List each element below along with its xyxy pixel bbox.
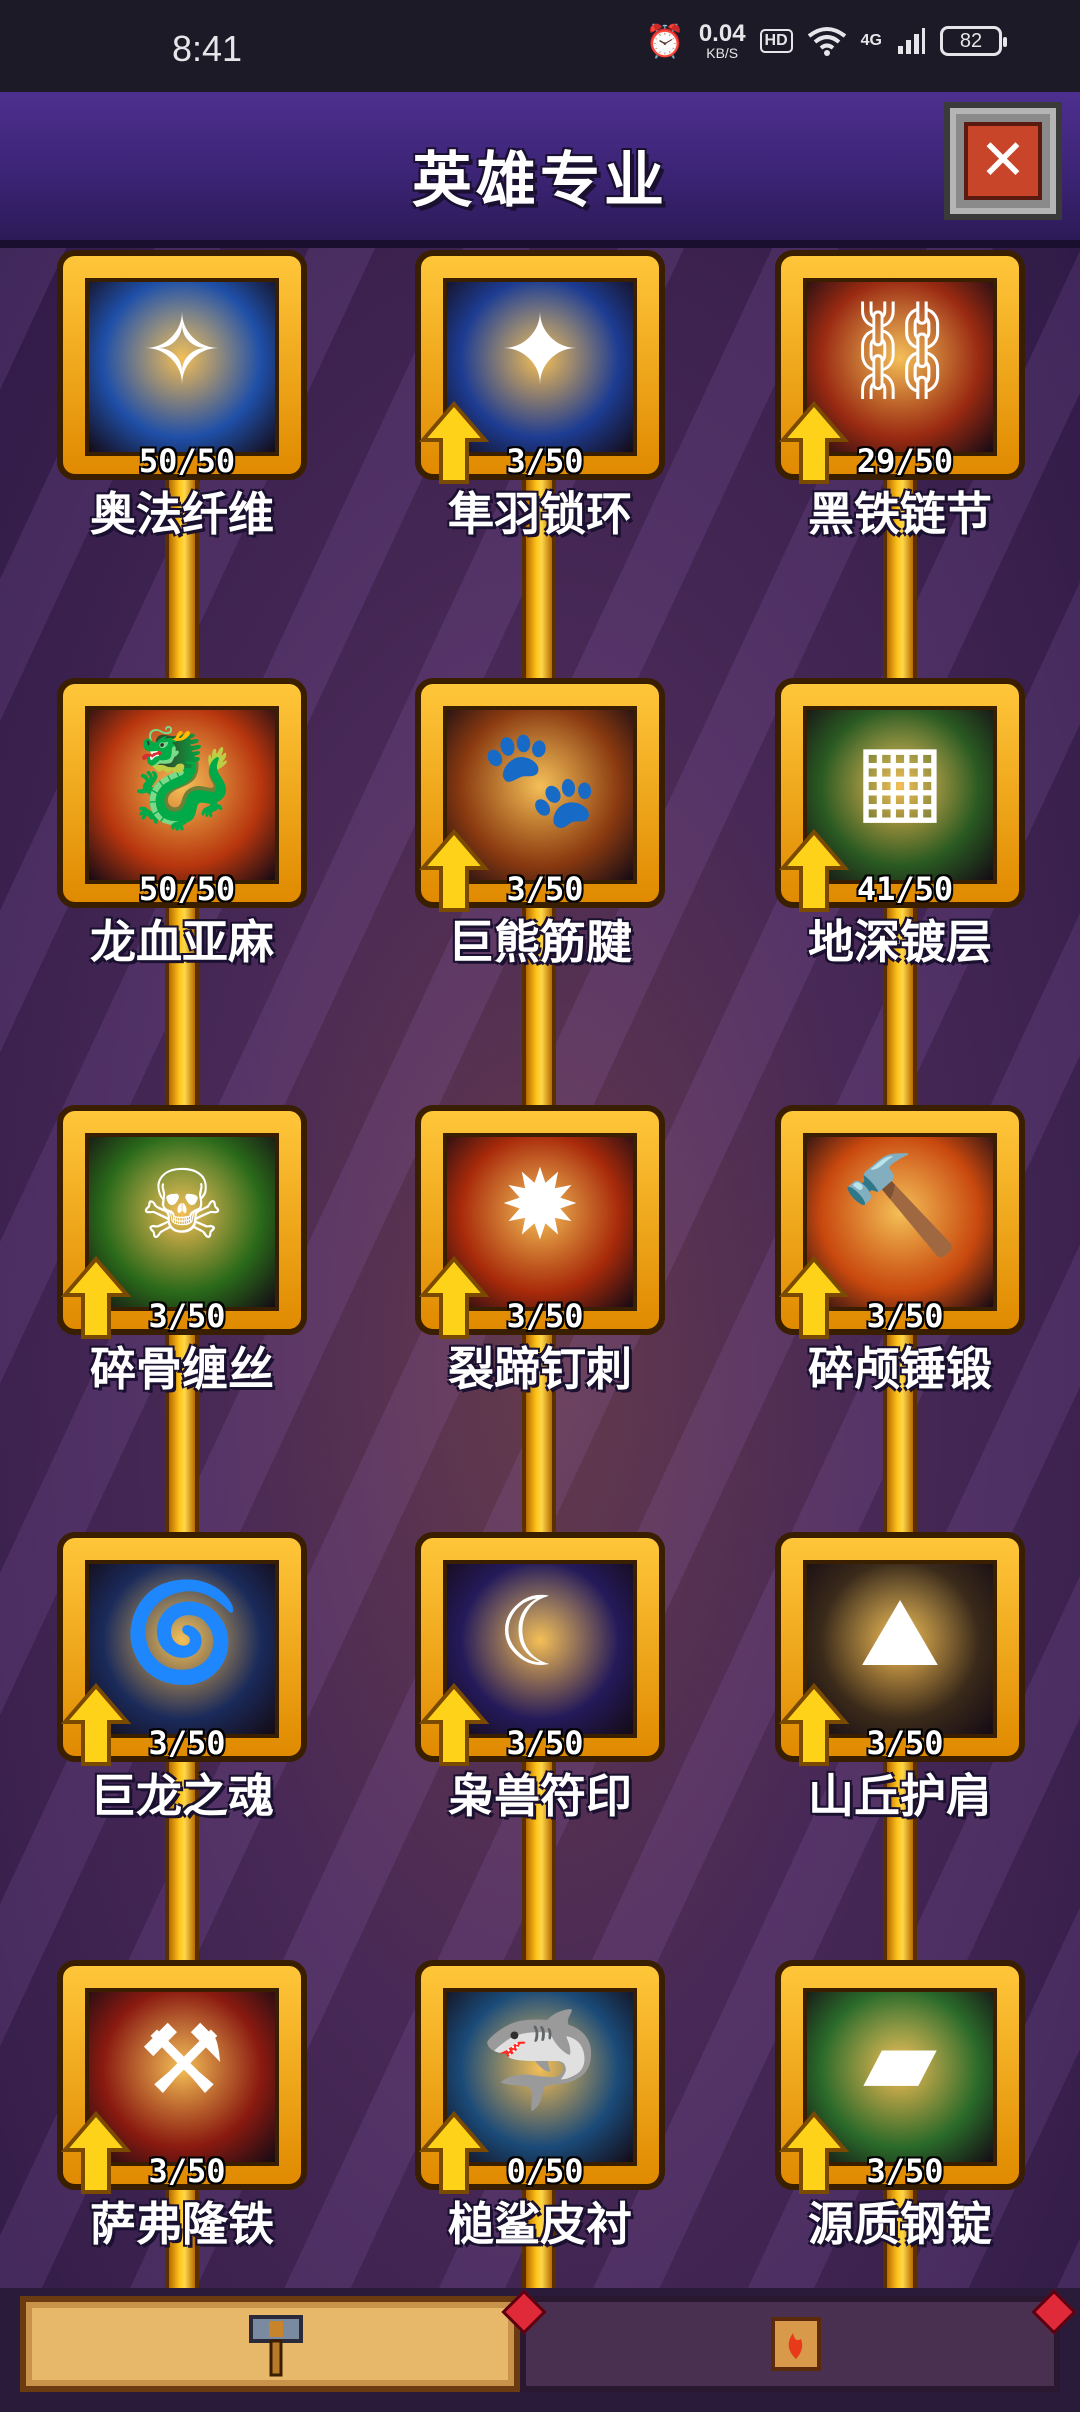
skill-node[interactable]: ⚒ 3/50 萨弗隆铁 [57,1960,307,2251]
alarm-icon: ⏰ [644,23,685,59]
wifi-icon [807,27,846,56]
skill-level: 3/50 [506,870,584,908]
signal-icon [898,28,925,54]
close-button[interactable]: ✕ [944,102,1062,220]
skill-level: 3/50 [506,1297,584,1335]
skill-node[interactable]: ✹ 3/50 裂蹄钉刺 [415,1105,665,1396]
skill-node[interactable]: 🦈 0/50 槌鲨皮衬 [415,1960,665,2251]
dragon-icon: 🐉 [85,706,279,884]
hammer-tab-icon [226,2302,326,2386]
skill-node[interactable]: ✦ 3/50 隼羽锁环 [415,250,665,541]
feather-lightning-icon: ✧ [85,278,279,456]
skill-level: 0/50 [506,2152,584,2190]
skill-name: 奥法纤维 [90,487,274,541]
skill-node[interactable]: ▦ 41/50 地深镀层 [775,678,1025,969]
skill-level: 3/50 [506,442,584,480]
skill-level: 29/50 [856,442,954,480]
skill-level: 3/50 [148,1297,226,1335]
network-type: 4G [860,32,882,49]
skill-name: 源质钢锭 [808,2197,992,2251]
skill-name: 碎颅锤锻 [808,1342,992,1396]
skill-name: 萨弗隆铁 [90,2197,274,2251]
skill-name: 地深镀层 [808,915,992,969]
skill-name: 巨龙之魂 [90,1769,274,1823]
skill-node[interactable]: ☠ 3/50 碎骨缠丝 [57,1105,307,1396]
clock: 8:41 [172,28,243,69]
skill-node[interactable]: ⛓ 29/50 黑铁链节 [775,250,1025,541]
skill-level: 50/50 [138,870,236,908]
skill-node[interactable]: 🔨 3/50 碎颅锤锻 [775,1105,1025,1396]
skill-node[interactable]: 🐾 3/50 巨熊筋腱 [415,678,665,969]
skill-level: 3/50 [148,2152,226,2190]
page-title: 英雄专业 [412,146,668,216]
skill-level: 3/50 [866,1724,944,1762]
skill-node[interactable]: ✧ 50/50 奥法纤维 [57,250,307,541]
skill-level: 3/50 [506,1724,584,1762]
skill-name: 槌鲨皮衬 [448,2197,632,2251]
skill-name: 裂蹄钉刺 [448,1342,632,1396]
skill-node[interactable]: 🌀 3/50 巨龙之魂 [57,1532,307,1823]
header-bar: 英雄专业 ✕ [0,92,1080,248]
bottom-tab-bar [0,2288,1080,2412]
skill-name: 碎骨缠丝 [90,1342,274,1396]
skill-name: 隼羽锁环 [448,487,632,541]
skill-node[interactable]: ☾ 3/50 枭兽符印 [415,1532,665,1823]
battery-icon: 82 [940,26,1007,56]
skill-name: 龙血亚麻 [90,915,274,969]
close-icon: ✕ [964,122,1042,200]
skill-node[interactable]: ▰ 3/50 源质钢锭 [775,1960,1025,2251]
network-speed: 0.04 KB/S [698,20,746,61]
skill-name: 山丘护肩 [808,1769,992,1823]
skill-name: 黑铁链节 [808,487,992,541]
skill-level: 3/50 [148,1724,226,1762]
hd-icon: HD [759,29,793,53]
skill-name: 枭兽符印 [448,1769,632,1823]
skill-level: 3/50 [866,1297,944,1335]
tab-scroll[interactable] [520,2296,1060,2392]
skill-level: 41/50 [856,870,954,908]
status-icons: ⏰ 0.04 KB/S HD 4G 82 [644,20,1007,61]
skill-name: 巨熊筋腱 [448,915,632,969]
skill-level: 50/50 [138,442,236,480]
scroll-tab-icon [746,2302,846,2386]
status-bar: 8:41 ⏰ 0.04 KB/S HD 4G 82 [0,0,1080,92]
tab-crafting[interactable] [20,2296,520,2392]
skill-level: 3/50 [866,2152,944,2190]
skill-node[interactable]: 🐉 50/50 龙血亚麻 [57,678,307,969]
skill-node[interactable]: ⛰ 3/50 山丘护肩 [775,1532,1025,1823]
